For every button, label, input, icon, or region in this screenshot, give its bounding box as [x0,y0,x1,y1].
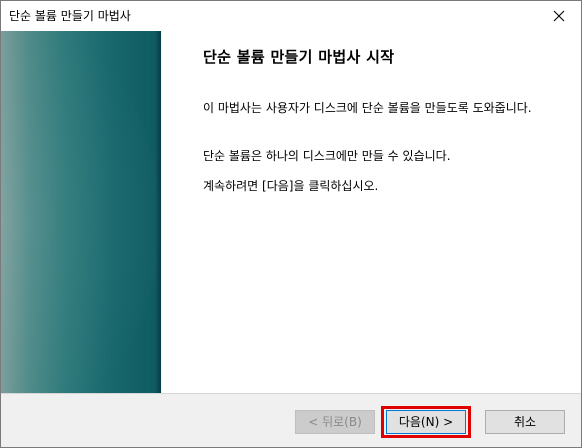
page-title: 단순 볼륨 만들기 마법사 시작 [203,48,395,66]
footer-divider [1,393,581,394]
intro-text: 이 마법사는 사용자가 디스크에 단순 볼륨을 만들도록 도와줍니다. [203,101,532,115]
wizard-content: 단순 볼륨 만들기 마법사 시작 이 마법사는 사용자가 디스크에 단순 볼륨을… [162,31,581,393]
window-title: 단순 볼륨 만들기 마법사 [9,9,131,23]
close-icon [553,10,565,22]
next-button[interactable]: 다음(N) > [386,410,466,434]
banner-decoration [1,31,161,393]
back-button[interactable]: < 뒤로(B) [295,410,375,434]
cancel-button[interactable]: 취소 [485,410,565,434]
close-button[interactable] [537,1,581,31]
wizard-side-banner [1,31,161,393]
title-bar: 단순 볼륨 만들기 마법사 [1,1,581,31]
info-text: 단순 볼륨은 하나의 디스크에만 만들 수 있습니다. [203,149,451,163]
banner-edge-shade [155,31,161,393]
wizard-window: 단순 볼륨 만들기 마법사 단순 볼륨 만들기 마법사 시작 이 마법사는 사용… [0,0,582,448]
continue-text: 계속하려면 [다음]을 클릭하십시오. [203,179,379,193]
